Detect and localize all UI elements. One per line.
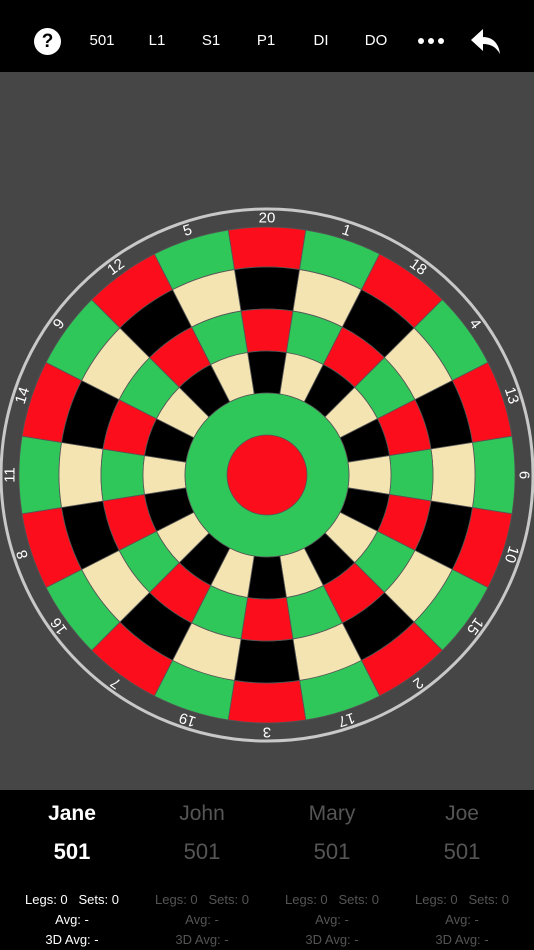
legs-count: Legs: 0 <box>155 892 198 907</box>
average: Avg: - <box>445 912 479 927</box>
outer-single-segment[interactable] <box>58 442 104 508</box>
player-stats: Legs: 0 Sets: 0 Avg: - 3D Avg: - <box>137 890 267 950</box>
game-mode-button[interactable]: 501 <box>84 26 120 56</box>
sets-button[interactable]: S1 <box>197 26 225 56</box>
player-name: Joe <box>445 802 479 825</box>
top-toolbar: ? 501 L1 S1 P1 DI DO <box>0 0 534 72</box>
player-panel[interactable]: John 501 Legs: 0 Sets: 0 Avg: - 3D Avg: - <box>137 790 267 950</box>
board-number-label: 5 <box>181 221 194 240</box>
outer-single-segment[interactable] <box>234 266 300 312</box>
player-panel[interactable]: Mary 501 Legs: 0 Sets: 0 Avg: - 3D Avg: - <box>267 790 397 950</box>
treble-segment[interactable] <box>240 308 294 353</box>
treble-segment[interactable] <box>389 448 434 502</box>
double-segment[interactable] <box>471 435 516 515</box>
board-number-label: 11 <box>2 467 19 483</box>
player-panel[interactable]: Jane 501 Legs: 0 Sets: 0 Avg: - 3D Avg: - <box>7 790 137 950</box>
board-number-label: 20 <box>259 210 276 227</box>
player-score: 501 <box>313 839 351 864</box>
double-segment[interactable] <box>227 679 307 724</box>
outer-single-segment[interactable] <box>234 638 300 684</box>
legs-count: Legs: 0 <box>25 892 68 907</box>
player-stats: Legs: 0 Sets: 0 Avg: - 3D Avg: - <box>267 890 397 950</box>
treble-segment[interactable] <box>100 448 145 502</box>
board-number-label: 6 <box>516 471 533 479</box>
double-segment[interactable] <box>18 435 63 515</box>
board-number-label: 8 <box>13 548 32 561</box>
bullseye[interactable] <box>226 434 308 516</box>
sets-count: Sets: 0 <box>468 892 509 907</box>
player-stats: Legs: 0 Sets: 0 Avg: - 3D Avg: - <box>397 890 527 950</box>
three-dart-average: 3D Avg: - <box>435 932 489 947</box>
ellipsis-icon[interactable] <box>416 26 446 56</box>
double-out-button[interactable]: DO <box>360 26 392 56</box>
undo-arrow-icon[interactable] <box>470 27 502 57</box>
sets-count: Sets: 0 <box>208 892 249 907</box>
legs-count: Legs: 0 <box>415 892 458 907</box>
player-score: 501 <box>183 839 221 864</box>
help-button[interactable]: ? <box>34 28 61 55</box>
player-stats: Legs: 0 Sets: 0 Avg: - 3D Avg: - <box>7 890 137 950</box>
dartboard-area: 20 1 18 4 13 6 10 15 2 17 3 19 7 16 8 11 14 9 12 5 <box>0 72 534 790</box>
three-dart-average: 3D Avg: - <box>305 932 359 947</box>
players-button[interactable]: P1 <box>252 26 280 56</box>
player-scoreboard: Jane 501 Legs: 0 Sets: 0 Avg: -3D Avg: - Joh… <box>0 790 534 950</box>
dartboard[interactable]: 2011841361015217319716811149125 <box>0 72 534 790</box>
player-panel[interactable]: Joe 501 Legs: 0 Sets: 0 Avg: - 3D Avg: - <box>397 790 527 950</box>
player-score: 501 <box>443 839 481 864</box>
three-dart-average: 3D Avg: - <box>45 932 99 947</box>
player-name: John <box>179 802 225 825</box>
average: Avg: - <box>55 912 89 927</box>
double-in-button[interactable]: DI <box>307 26 335 56</box>
player-name: Jane <box>48 802 96 825</box>
outer-single-segment[interactable] <box>430 442 476 508</box>
average: Avg: - <box>315 912 349 927</box>
three-dart-average: 3D Avg: - <box>175 932 229 947</box>
sets-count: Sets: 0 <box>338 892 379 907</box>
double-segment[interactable] <box>227 226 307 271</box>
board-number-label: 1 <box>340 221 353 240</box>
player-score: 501 <box>53 839 91 864</box>
legs-button[interactable]: L1 <box>143 26 171 56</box>
sets-count: Sets: 0 <box>78 892 119 907</box>
average: Avg: - <box>185 912 219 927</box>
player-name: Mary <box>308 802 356 825</box>
legs-count: Legs: 0 <box>285 892 328 907</box>
treble-segment[interactable] <box>240 597 294 642</box>
board-number-label: 3 <box>263 724 271 741</box>
